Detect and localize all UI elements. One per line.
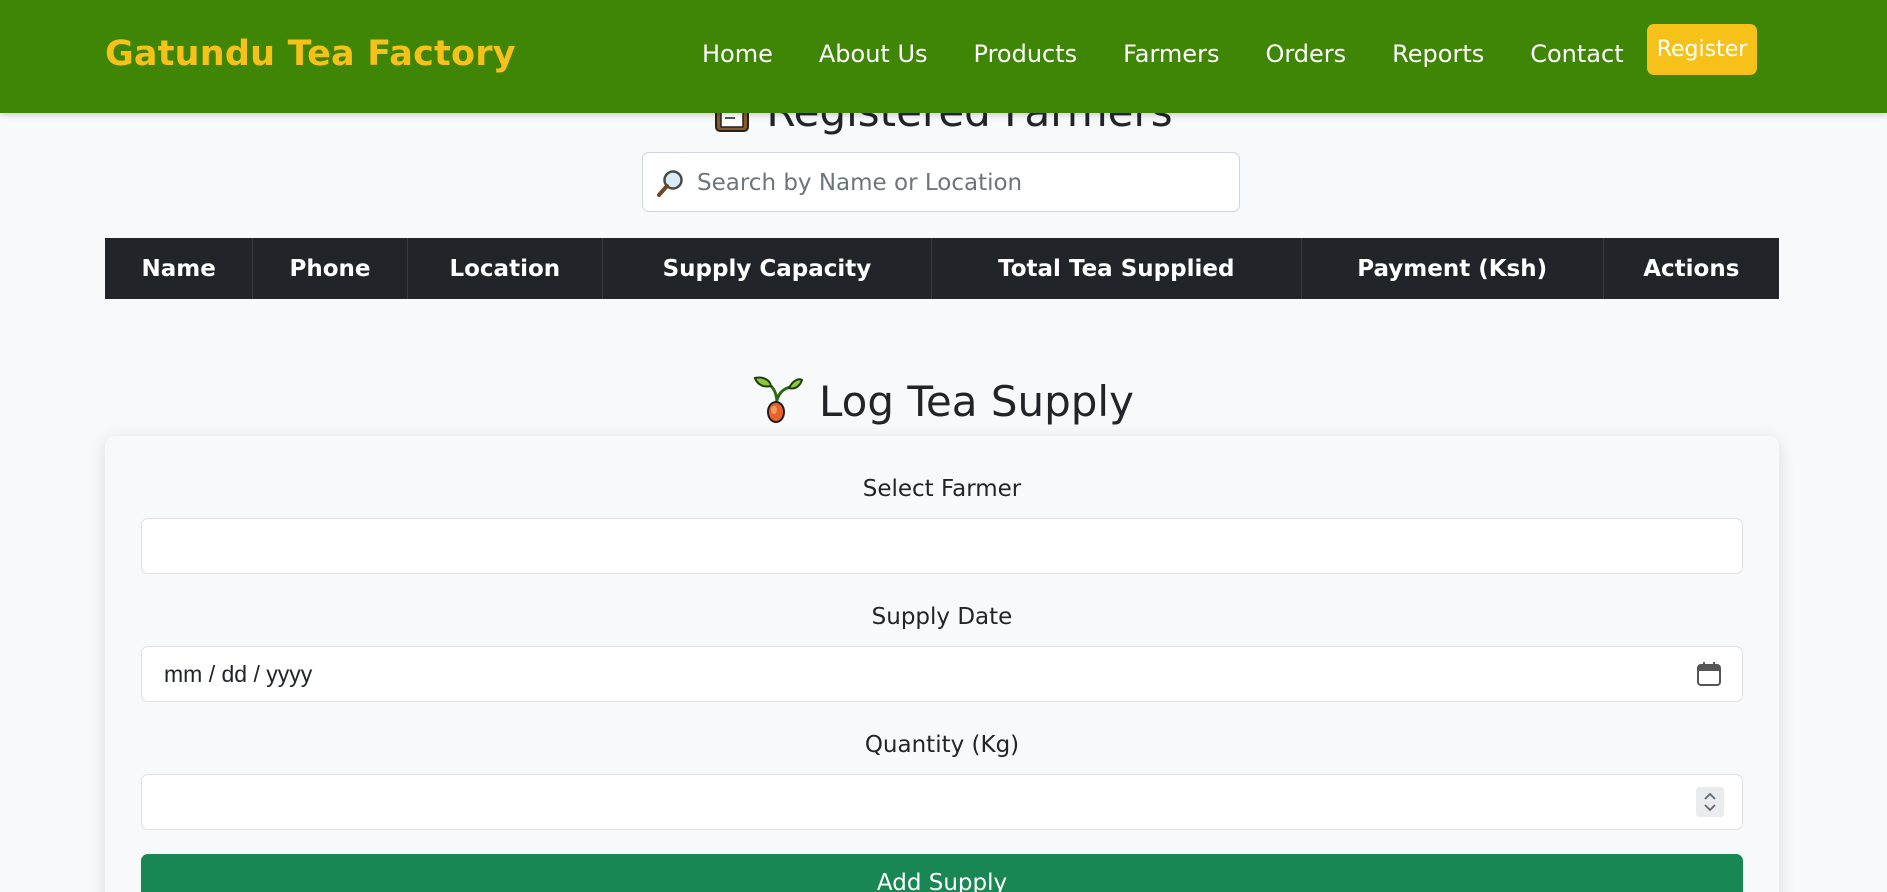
column-header-phone[interactable]: Phone bbox=[252, 238, 408, 299]
column-header-total-tea-supplied[interactable]: Total Tea Supplied bbox=[931, 238, 1302, 299]
nav-link-reports[interactable]: Reports bbox=[1392, 40, 1484, 68]
select-farmer-label: Select Farmer bbox=[862, 476, 1022, 502]
quantity-stepper[interactable] bbox=[1696, 787, 1724, 817]
supply-date-label: Supply Date bbox=[871, 604, 1013, 630]
nav-link-home[interactable]: Home bbox=[702, 40, 773, 68]
log-tea-supply-title: Log Tea Supply bbox=[819, 377, 1134, 426]
quantity-input[interactable] bbox=[141, 774, 1743, 830]
calendar-icon[interactable] bbox=[1696, 661, 1722, 687]
search-input[interactable] bbox=[695, 153, 1229, 213]
quantity-label: Quantity (Kg) bbox=[864, 732, 1020, 758]
brand-logo[interactable]: Gatundu Tea Factory bbox=[105, 34, 516, 74]
nav-link-farmers[interactable]: Farmers bbox=[1123, 40, 1219, 68]
supply-date-input[interactable]: mm / dd / yyyy bbox=[141, 646, 1743, 702]
search-icon bbox=[656, 168, 686, 198]
column-header-location[interactable]: Location bbox=[407, 238, 603, 299]
add-supply-button[interactable]: Add Supply bbox=[141, 854, 1743, 892]
supply-form-card: Select Farmer Supply Date mm / dd / yyyy… bbox=[105, 436, 1779, 892]
column-header-payment[interactable]: Payment (Ksh) bbox=[1301, 238, 1604, 299]
column-header-supply-capacity[interactable]: Supply Capacity bbox=[602, 238, 932, 299]
navbar: Gatundu Tea Factory Home About Us Produc… bbox=[0, 0, 1887, 113]
farmers-table: Name Phone Location Supply Capacity Tota… bbox=[105, 238, 1779, 299]
search-box bbox=[642, 152, 1240, 213]
log-tea-supply-heading: Log Tea Supply bbox=[0, 374, 1887, 426]
date-placeholder: mm / dd / yyyy bbox=[164, 661, 313, 687]
nav-link-products[interactable]: Products bbox=[974, 40, 1078, 68]
seedling-icon bbox=[753, 374, 804, 424]
nav-link-contact[interactable]: Contact bbox=[1530, 40, 1623, 68]
nav-link-orders[interactable]: Orders bbox=[1265, 40, 1346, 68]
select-farmer-input[interactable] bbox=[141, 518, 1743, 574]
column-header-actions[interactable]: Actions bbox=[1603, 238, 1779, 299]
register-button[interactable]: Register bbox=[1647, 24, 1757, 75]
nav-link-about-us[interactable]: About Us bbox=[819, 40, 928, 68]
nav-links: Home About Us Products Farmers Orders Re… bbox=[702, 40, 1670, 68]
column-header-name[interactable]: Name bbox=[105, 238, 254, 299]
